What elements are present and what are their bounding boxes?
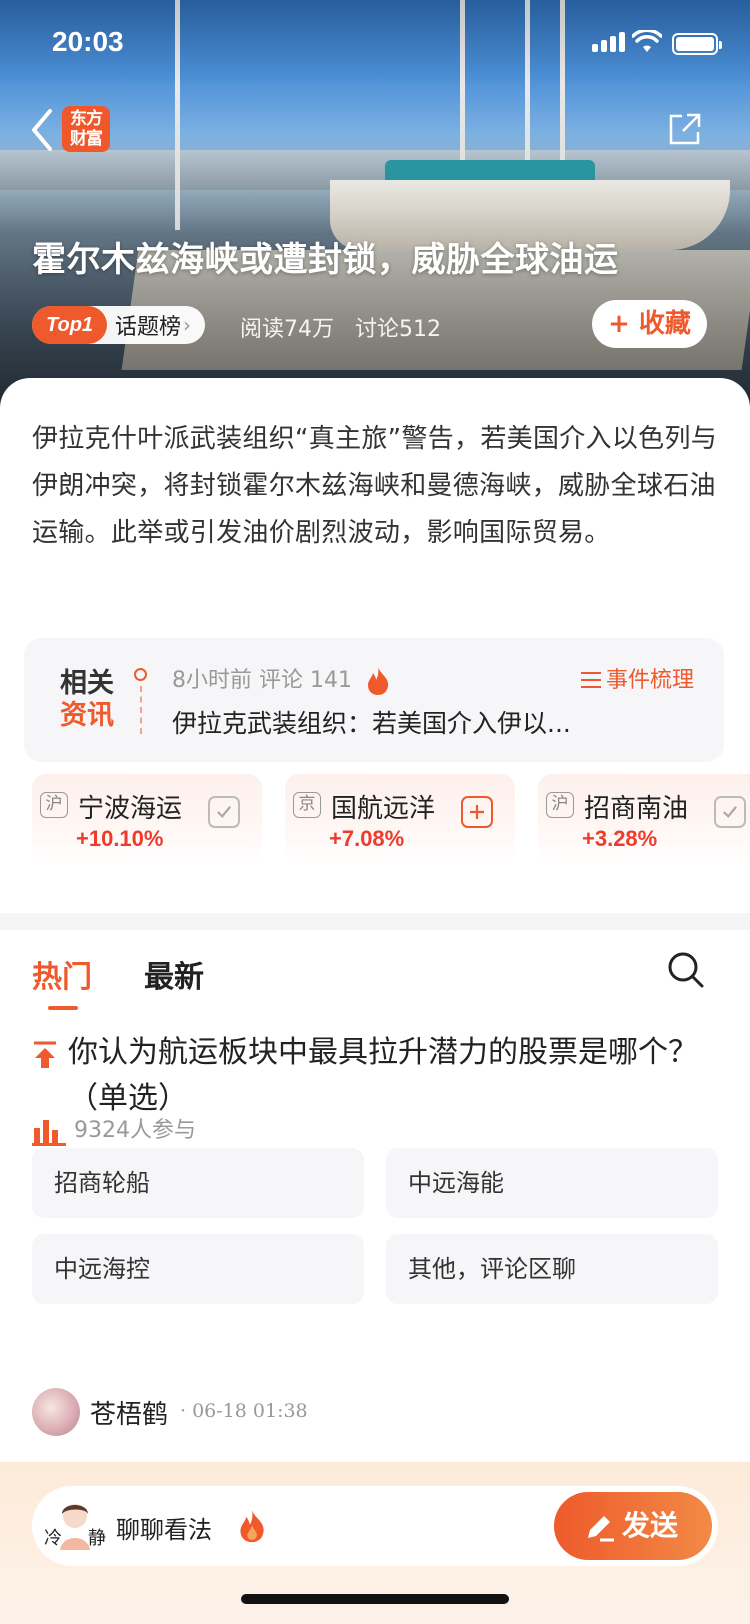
poll-participants: 9324人参与 <box>32 1112 196 1146</box>
related-tag-line2: 资讯 <box>60 700 114 731</box>
logo-line2: 财富 <box>70 129 103 149</box>
related-stocks-row: 沪 宁波海运 +10.10% 京 国航远洋 +7.08% 沪 招商南油 +3.2… <box>32 774 750 866</box>
participants-count: 9324人参与 <box>74 1118 196 1143</box>
status-bar: 20:03 <box>0 0 750 90</box>
hot-flame-icon <box>240 1509 264 1543</box>
chevron-right-icon: › <box>183 313 192 337</box>
related-section: 相关 资讯 8小时前 评论 141 事件梳理 伊拉克武装组织：若美国介入伊以..… <box>0 618 750 913</box>
stock-name: 招商南油 <box>584 794 689 824</box>
topic-title: 霍尔木兹海峡或遭封锁，威胁全球油运 <box>32 240 619 280</box>
poll-option[interactable]: 中远海控 <box>32 1234 364 1304</box>
market-badge: 沪 <box>546 792 574 818</box>
status-time: 20:03 <box>52 26 124 57</box>
back-arrow-icon[interactable] <box>26 105 58 155</box>
topic-summary-card: 伊拉克什叶派武装组织“真主旅”警告，若美国介入以色列与伊朗冲突，将封锁霍尔木兹海… <box>0 378 750 618</box>
list-icon <box>581 672 601 688</box>
rank-top-label: Top1 <box>32 306 108 344</box>
news-meta: 8小时前 评论 141 <box>172 662 391 696</box>
comment-time: · 06-18 01:38 <box>180 1400 308 1422</box>
comment-username[interactable]: 苍梧鹤 <box>90 1394 168 1431</box>
topic-summary-text: 伊拉克什叶派武装组织“真主旅”警告，若美国介入以色列与伊朗冲突，将封锁霍尔木兹海… <box>32 424 718 548</box>
market-badge: 京 <box>293 792 321 818</box>
stock-change: +3.28% <box>582 826 658 851</box>
event-timeline-link[interactable]: 事件梳理 <box>580 662 694 694</box>
tab-latest[interactable]: 最新 <box>144 952 204 996</box>
added-check-icon[interactable] <box>714 796 746 828</box>
send-label: 发送 <box>622 1509 679 1542</box>
poll-option[interactable]: 其他，评论区聊 <box>386 1234 718 1304</box>
read-count: 阅读74万 <box>240 317 334 342</box>
bar-chart-icon <box>32 1120 66 1146</box>
poll-question-text: 你认为航运板块中最具拉升潜力的股票是哪个？ （单选） <box>68 1035 698 1116</box>
stock-change: +7.08% <box>329 826 405 851</box>
pen-icon <box>588 1516 614 1542</box>
poll-question: 你认为航运板块中最具拉升潜力的股票是哪个？ （单选） <box>32 1030 722 1122</box>
avatar-text-right: 静 <box>88 1528 106 1549</box>
cellular-signal-icon <box>592 32 628 52</box>
logo-line1: 东方 <box>70 109 103 129</box>
timeline-dot <box>134 668 147 681</box>
poll-option[interactable]: 招商轮船 <box>32 1148 364 1218</box>
stock-card[interactable]: 沪 招商南油 +3.28% <box>538 774 750 864</box>
tab-hot[interactable]: 热门 <box>32 952 92 996</box>
market-badge: 沪 <box>40 792 68 818</box>
stock-change: +10.10% <box>76 826 164 851</box>
related-tag-line1: 相关 <box>60 668 114 699</box>
poll-option[interactable]: 中远海能 <box>386 1148 718 1218</box>
rank-list-label: 话题榜 <box>115 315 182 340</box>
added-check-icon[interactable] <box>208 796 240 828</box>
related-news-card[interactable]: 相关 资讯 8小时前 评论 141 事件梳理 伊拉克武装组织：若美国介入伊以..… <box>24 638 724 762</box>
mood-avatar-icon: 冷 静 <box>44 1504 106 1550</box>
battery-icon <box>672 33 722 55</box>
related-news-tag: 相关 资讯 <box>60 668 114 732</box>
send-button[interactable]: 发送 <box>554 1492 712 1560</box>
discussion-count: 讨论512 <box>355 317 441 342</box>
stock-name: 宁波海运 <box>78 794 183 824</box>
wifi-icon <box>632 30 662 52</box>
favorite-button[interactable]: + 收藏 <box>592 300 707 348</box>
event-timeline-label: 事件梳理 <box>606 668 695 693</box>
news-headline[interactable]: 伊拉克武装组织：若美国介入伊以... <box>172 704 712 740</box>
timeline-line <box>140 686 142 734</box>
search-icon[interactable] <box>666 950 706 990</box>
stock-name: 国航远洋 <box>331 794 436 824</box>
topic-rank-badge[interactable]: Top1 话题榜 › <box>32 306 206 344</box>
input-placeholder: 聊聊看法 <box>116 1516 212 1544</box>
stock-card[interactable]: 京 国航远洋 +7.08% <box>285 774 515 864</box>
pinned-top-icon <box>34 1041 56 1068</box>
add-watchlist-icon[interactable] <box>461 796 493 828</box>
share-icon[interactable] <box>668 112 702 146</box>
comment-input[interactable]: 冷 静 聊聊看法 发送 <box>32 1486 718 1566</box>
active-tab-indicator <box>48 1006 78 1010</box>
news-meta-text: 8小时前 评论 141 <box>172 668 352 693</box>
hot-flame-icon <box>367 667 389 695</box>
eastmoney-logo: 东方 财富 <box>62 106 110 152</box>
avatar-text-left: 冷 <box>44 1528 62 1549</box>
stock-card[interactable]: 沪 宁波海运 +10.10% <box>32 774 262 864</box>
home-indicator[interactable] <box>241 1594 509 1604</box>
avatar[interactable] <box>32 1388 80 1436</box>
